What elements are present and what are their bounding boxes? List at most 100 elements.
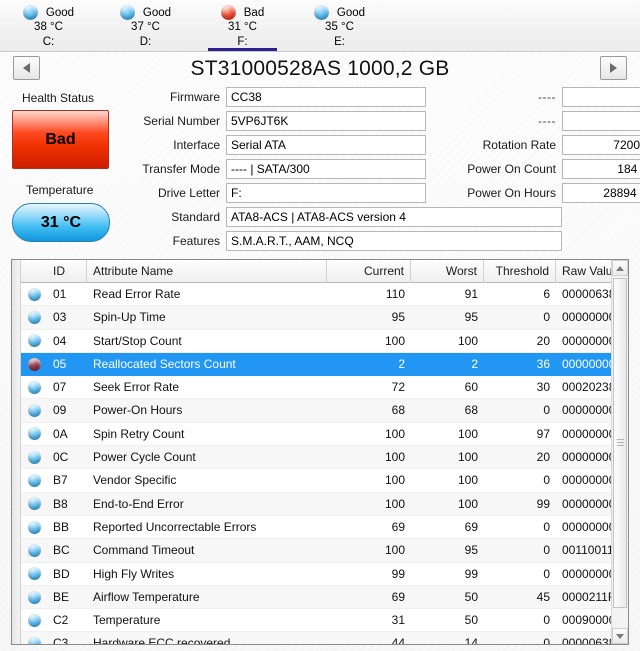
interface-label: Interface [173,137,220,152]
attribute-current-cell: 31 [391,613,405,628]
health-status-badge[interactable]: Bad [12,110,109,169]
drive-status-dot-icon [220,5,236,20]
table-row[interactable]: 0C Power Cycle Count 100 100 20 0000000000B8 [21,446,611,470]
attribute-threshold-cell: 20 [536,450,550,465]
table-row[interactable]: 04 Start/Stop Count 100 100 20 00000000016F [21,330,611,353]
scrollbar-thumb[interactable] [613,278,627,608]
attribute-current-cell: 44 [391,636,405,644]
attribute-current-cell: 72 [391,380,405,395]
attribute-current-cell: 68 [391,403,405,418]
attribute-threshold-cell: 0 [543,403,550,418]
attribute-id-cell: 0C [53,450,69,465]
transfer-mode-label: Transfer Mode [142,161,220,176]
serial-number-value[interactable]: 5VP6JT6K [226,110,426,131]
rotation-rate-label: Rotation Rate [482,137,556,152]
attribute-current-cell: 100 [384,473,405,488]
drive-letter-value[interactable]: F: [226,182,426,203]
attribute-raw-value-cell: 000000000000 [562,496,611,511]
table-row[interactable]: C3 Hardware ECC recovered 44 14 0 0000063850B… [21,632,611,644]
table-row[interactable]: B7Vendor Specific1001000000000000000 [21,469,611,493]
table-row[interactable]: 05 Reallocated Sectors Count 2 2 36 000000000… [21,352,611,377]
attribute-raw-value-cell: 00090000001F [562,613,611,628]
attribute-status-dot-icon [27,427,41,441]
attribute-status-dot-icon [27,520,41,534]
features-value[interactable]: S.M.A.R.T., AAM, NCQ [226,230,562,251]
attribute-status-dot-icon [27,380,41,394]
table-column-header[interactable]: Current [327,260,411,283]
crystaldiskinfo-window: Good 38 °C C: Good 37 °C D: Bad 31 °C F: Good 35 °… [0,0,640,651]
standard-label: Standard [171,209,220,224]
table-column-header[interactable]: ID [47,260,87,283]
field-row-features: Features S.M.A.R.T., AAM, NCQ [140,230,640,251]
table-row[interactable]: 07 Seek Error Rate 72 60 30 00020238394F [21,376,611,400]
table-row[interactable]: BE Airflow Temperature 69 50 45 0000211F001F [21,585,611,610]
attribute-raw-value-cell: 0000000000B8 [562,450,611,465]
attribute-name-cell: Start/Stop Count [93,333,182,348]
attribute-status-cell [21,493,47,515]
attribute-status-cell [21,423,47,445]
table-row[interactable]: BD High Fly Writes 99 99 0 000000000001 [21,563,611,586]
attribute-raw-value-cell: 0000063850B5 [562,636,611,644]
field-row-blank-1: ---- ---- [449,86,640,107]
attribute-worst-cell: 91 [464,287,478,301]
attribute-name-cell: Hardware ECC recovered [93,636,231,644]
attribute-status-cell [21,563,47,585]
blank1-value[interactable]: ---- [562,86,640,107]
table-row[interactable]: 03Spin-Up Time95950000000000000 [21,306,611,330]
interface-value[interactable]: Serial ATA [226,134,426,155]
power-on-hours-value[interactable]: 28894 hours [562,182,640,203]
attribute-status-cell [21,539,47,561]
drive-status-dot-icon [119,5,135,20]
drive-tab-e[interactable]: Good 35 °C E: [291,0,388,51]
attribute-id-cell: 03 [53,310,67,325]
attribute-status-dot-icon [27,450,41,464]
firmware-value[interactable]: CC38 [226,86,426,107]
attribute-threshold-cell: 45 [536,589,550,604]
attribute-name-cell: Seek Error Rate [93,380,180,395]
table-column-header[interactable]: Attribute Name [87,260,327,283]
attribute-current-cell: 100 [384,496,405,511]
previous-disk-button[interactable] [13,56,40,80]
table-row[interactable]: C2 Temperature 31 50 0 00090000001F [21,609,611,633]
temperature-badge[interactable]: 31 °C [12,203,110,242]
table-row[interactable]: 0A Spin Retry Count 100 100 97 000000000000 [21,423,611,447]
scroll-down-button[interactable] [612,628,628,644]
scroll-up-button[interactable] [612,260,628,276]
drive-tab-active-indicator [111,48,180,51]
standard-value[interactable]: ATA8-ACS | ATA8-ACS version 4 [226,206,562,227]
table-row[interactable]: 09 Power-On Hours 68 68 0 0000000070DE [21,399,611,423]
table-vertical-scrollbar[interactable] [611,260,628,644]
attribute-status-dot-icon [27,567,41,581]
table-row[interactable]: B8 End-to-End Error 100 100 99 000000000000 [21,492,611,516]
table-row[interactable]: BC Command Timeout 100 95 0 001100110011 [21,539,611,563]
health-status-label: Health Status [22,91,95,105]
attribute-status-dot-icon [27,637,41,644]
rotation-rate-value[interactable]: 7200 RPM [562,134,640,155]
next-disk-button[interactable] [600,56,627,80]
attribute-status-cell [21,283,47,305]
transfer-mode-value[interactable]: ---- | SATA/300 [226,158,426,179]
scroll-down-arrow-icon [616,633,624,639]
table-column-header[interactable] [21,260,47,283]
drive-tab-active-indicator [305,48,374,51]
drive-tab-c[interactable]: Good 38 °C C: [0,0,97,51]
power-on-count-value[interactable]: 184 count [562,158,640,179]
blank2-value[interactable]: ---- [562,110,640,131]
attribute-worst-cell: 14 [464,636,478,644]
attribute-status-cell [21,586,47,608]
attribute-current-cell: 100 [384,450,405,465]
left-arrow-icon [23,63,30,73]
table-row[interactable]: 01 Read Error Rate 110 91 6 0000063850B5 [21,283,611,307]
attribute-status-cell [21,446,47,468]
drive-tab-f[interactable]: Bad 31 °C F: [194,0,291,51]
drive-tab-active-indicator [208,48,277,51]
table-row[interactable]: BB Reported Uncorrectable Errors 69 69 0 0000… [21,516,611,540]
drive-letter-text: E: [334,36,345,48]
drive-tab-d[interactable]: Good 37 °C D: [97,0,194,51]
attribute-raw-value-cell: 000000000000 [562,426,611,441]
attribute-worst-cell: 100 [457,426,478,441]
table-column-header[interactable]: Threshold [484,260,556,283]
table-column-header[interactable]: Worst [411,260,484,283]
attribute-threshold-cell: 30 [536,380,550,395]
table-column-header[interactable]: Raw Values [556,260,611,283]
